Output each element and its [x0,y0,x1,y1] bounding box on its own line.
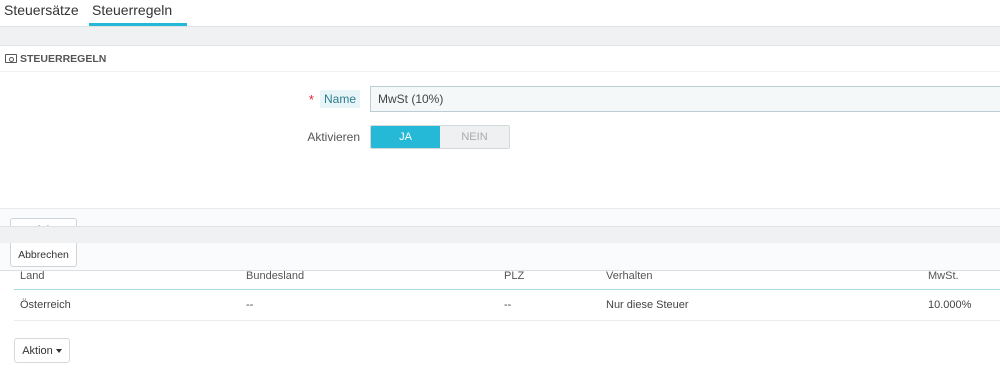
bulk-action-button[interactable]: Aktion [14,338,70,363]
tab-bar: Steuersätze Steuerregeln [0,0,187,26]
active-toggle[interactable]: JA NEIN [370,125,510,149]
spacer-band [0,26,1000,45]
table-header: Land Bundesland PLZ Verhalten MwSt. [14,262,1000,290]
cell-tax: 10.000% [928,299,972,311]
required-mark: * [308,91,314,107]
name-row: * Name [0,86,1000,112]
tab-tax-rules[interactable]: Steuerregeln [87,0,187,26]
name-input[interactable] [370,86,1000,112]
name-label: Name [319,90,360,108]
col-tax[interactable]: MwSt. [928,270,959,282]
toggle-no[interactable]: NEIN [440,126,509,148]
tax-rules-table: Land Bundesland PLZ Verhalten MwSt. Öste… [14,262,1000,321]
toggle-yes[interactable]: JA [371,126,440,148]
panel-heading: STEUERREGELN [0,46,1000,72]
chevron-down-icon [55,348,62,353]
col-zipcode[interactable]: PLZ [504,270,524,282]
panel-title: STEUERREGELN [20,52,107,65]
tab-tax-rates[interactable]: Steuersätze [0,0,87,26]
cancel-button-label: Abbrechen [18,249,69,261]
cell-zipcode: -- [504,299,512,311]
name-label-wrap: * Name [309,90,360,108]
cell-behavior: Nur diese Steuer [606,299,689,311]
money-icon [5,54,17,63]
spacer-band-2 [0,226,1000,243]
bulk-action-label: Aktion [22,344,53,357]
table-row[interactable]: Österreich -- -- Nur diese Steuer 10.000… [14,290,1000,321]
tax-rule-panel: STEUERREGELN * Name Aktivieren JA NEIN ✖… [0,45,1000,271]
active-row: Aktivieren JA NEIN [0,125,1000,149]
cell-state: -- [246,299,254,311]
cell-country: Österreich [20,299,71,311]
active-label: Aktivieren [307,130,360,144]
col-behavior[interactable]: Verhalten [606,270,652,282]
col-country[interactable]: Land [20,270,44,282]
col-state[interactable]: Bundesland [246,270,304,282]
